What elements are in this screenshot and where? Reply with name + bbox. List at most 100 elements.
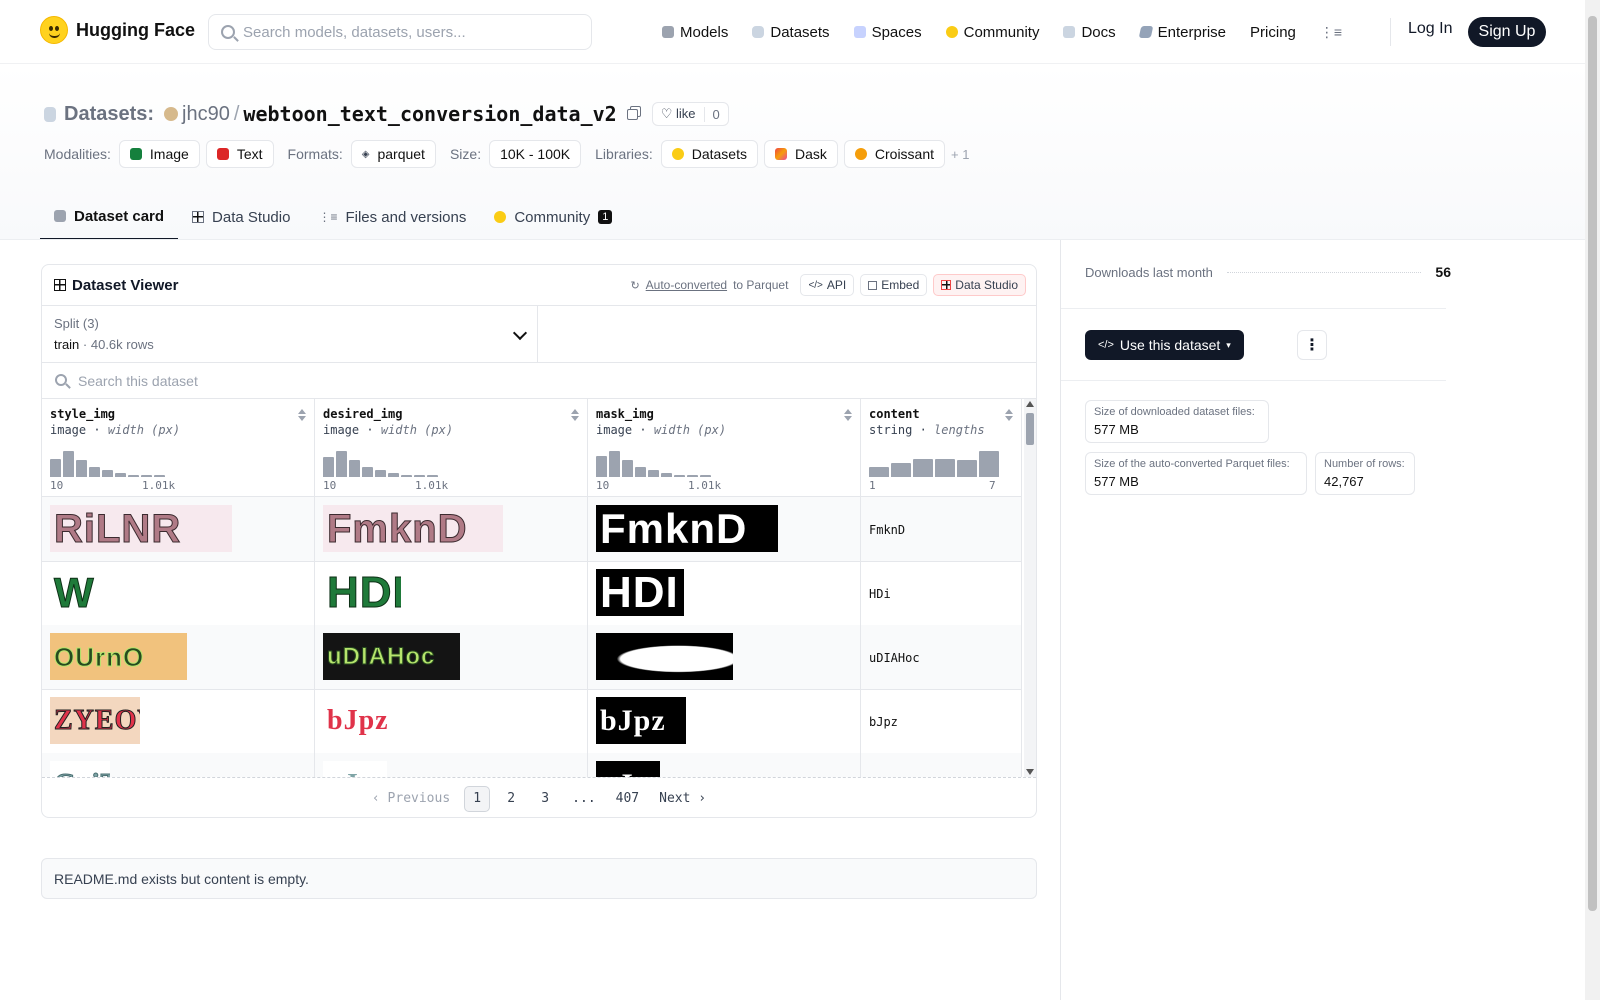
table-row[interactable]: RiLNR FmknD FmknD FmknD: [42, 497, 1022, 562]
tab-data-studio[interactable]: Data Studio: [178, 194, 304, 240]
column-header-3[interactable]: content string · lengths 1 7: [861, 399, 1022, 497]
style-image-preview[interactable]: ZYEOVd: [50, 697, 140, 744]
histogram-bar[interactable]: [957, 460, 977, 477]
nav-docs[interactable]: Docs: [1063, 24, 1116, 41]
page-last-button[interactable]: 407: [610, 786, 645, 812]
next-page-button[interactable]: Next ›: [653, 786, 712, 812]
sort-icon[interactable]: [571, 409, 579, 421]
page-2-button[interactable]: 2: [498, 786, 524, 812]
style-img-cell[interactable]: OUrnO: [42, 625, 315, 690]
nav-datasets[interactable]: Datasets: [752, 24, 830, 41]
mask-img-cell[interactable]: nJ: [588, 753, 861, 777]
desired-image-preview[interactable]: nJ: [323, 761, 387, 777]
nav-enterprise[interactable]: Enterprise: [1138, 24, 1226, 41]
mask-img-cell[interactable]: HDI: [588, 561, 861, 626]
style-image-preview[interactable]: W: [50, 569, 100, 616]
histogram-bar[interactable]: [891, 463, 911, 477]
style-image-preview[interactable]: OUrnO: [50, 633, 187, 680]
repo-name[interactable]: webtoon_text_conversion_data_v2: [243, 102, 616, 126]
tab-dataset-card[interactable]: Dataset card: [40, 194, 179, 240]
nav-community[interactable]: Community: [945, 24, 1039, 41]
nav-spaces[interactable]: Spaces: [853, 24, 922, 41]
sort-icon[interactable]: [1005, 409, 1013, 421]
mask-image-preview[interactable]: bJpz: [596, 697, 686, 744]
content-cell[interactable]: uDIAHoc: [861, 625, 1022, 690]
desired-image-preview[interactable]: HDI: [323, 569, 401, 616]
tag-text[interactable]: Text: [205, 140, 274, 168]
repo-type-label[interactable]: Datasets:: [64, 103, 154, 126]
desired-image-preview[interactable]: uDIAHoc: [323, 633, 460, 680]
histogram-bar[interactable]: [323, 457, 334, 477]
tag-parquet[interactable]: ◈ parquet: [350, 140, 436, 168]
style-img-cell[interactable]: RiLNR: [42, 497, 315, 562]
embed-button[interactable]: Embed: [860, 274, 928, 296]
histogram-bar[interactable]: [687, 475, 698, 477]
scroll-up-icon[interactable]: [1026, 401, 1034, 407]
page-scrollbar[interactable]: [1585, 0, 1600, 1000]
mask-img-cell[interactable]: [588, 625, 861, 690]
histogram-bar[interactable]: [674, 475, 685, 477]
mask-image-preview[interactable]: [596, 633, 733, 680]
mask-img-cell[interactable]: bJpz: [588, 689, 861, 754]
table-scrollbar[interactable]: [1024, 399, 1036, 777]
content-cell[interactable]: [861, 753, 1022, 777]
nav-models[interactable]: Models: [662, 24, 728, 41]
histogram-bar[interactable]: [375, 470, 386, 477]
histogram-bar[interactable]: [89, 467, 100, 477]
tag-croissant[interactable]: Croissant: [843, 140, 946, 168]
style-image-preview[interactable]: GoiT: [50, 761, 110, 777]
table-row[interactable]: OUrnO uDIAHoc uDIAHoc: [42, 625, 1022, 690]
tag-datasets-lib[interactable]: Datasets: [660, 140, 758, 168]
mask-image-preview[interactable]: HDI: [596, 569, 684, 616]
tab-community[interactable]: Community 1: [480, 194, 626, 240]
desired-img-cell[interactable]: bJpz: [315, 689, 588, 754]
data-studio-button[interactable]: Data Studio: [933, 274, 1026, 296]
global-search-input[interactable]: Search models, datasets, users...: [208, 14, 592, 50]
desired-image-preview[interactable]: bJpz: [323, 697, 389, 744]
mask-img-cell[interactable]: FmknD: [588, 497, 861, 562]
histogram-bar[interactable]: [414, 475, 425, 477]
histogram-bar[interactable]: [913, 459, 933, 477]
content-cell[interactable]: HDi: [861, 561, 1022, 626]
desired-img-cell[interactable]: nJ: [315, 753, 588, 777]
style-img-cell[interactable]: ZYEOVd: [42, 689, 315, 754]
scroll-down-icon[interactable]: [1026, 769, 1034, 775]
histogram-bar[interactable]: [427, 475, 438, 477]
like-button[interactable]: ♡ like 0: [651, 102, 729, 126]
histogram-bar[interactable]: [102, 470, 113, 477]
mask-image-preview[interactable]: FmknD: [596, 505, 778, 552]
auto-converted-link[interactable]: Auto-converted: [646, 278, 727, 292]
content-cell[interactable]: bJpz: [861, 689, 1022, 754]
histogram-bar[interactable]: [661, 473, 672, 477]
histogram-bar[interactable]: [63, 451, 74, 477]
histogram-bar[interactable]: [609, 451, 620, 477]
page-scroll-thumb[interactable]: [1588, 16, 1597, 911]
tag-dask[interactable]: Dask: [763, 140, 838, 168]
mask-image-preview[interactable]: nJ: [596, 761, 660, 777]
api-button[interactable]: </> API: [800, 274, 855, 296]
histogram-bar[interactable]: [935, 459, 955, 477]
style-img-cell[interactable]: GoiT: [42, 753, 315, 777]
login-link[interactable]: Log In: [1408, 20, 1452, 38]
dataset-search-input[interactable]: Search this dataset: [42, 363, 1036, 399]
content-cell[interactable]: FmknD: [861, 497, 1022, 562]
column-header-1[interactable]: desired_img image · width (px) 10 1.01k: [315, 399, 588, 497]
histogram-bar[interactable]: [648, 470, 659, 477]
tab-files-versions[interactable]: ⋮≡ Files and versions: [304, 194, 480, 240]
histogram-bar[interactable]: [141, 475, 152, 477]
histogram-bar[interactable]: [128, 475, 139, 477]
prev-page-button[interactable]: ‹ Previous: [366, 786, 456, 812]
nav-pricing[interactable]: Pricing: [1250, 24, 1296, 41]
histogram-bar[interactable]: [596, 456, 607, 477]
histogram-bar[interactable]: [50, 459, 61, 477]
column-header-2[interactable]: mask_img image · width (px) 10 1.01k: [588, 399, 861, 497]
column-header-0[interactable]: style_img image · width (px) 10 1.01k: [42, 399, 315, 497]
signup-button[interactable]: Sign Up: [1468, 17, 1546, 47]
more-options-button[interactable]: ⋮: [1297, 330, 1327, 360]
histogram-bar[interactable]: [979, 451, 999, 477]
histogram-bar[interactable]: [76, 460, 87, 477]
desired-img-cell[interactable]: uDIAHoc: [315, 625, 588, 690]
histogram-bar[interactable]: [362, 467, 373, 477]
style-img-cell[interactable]: W: [42, 561, 315, 626]
table-row[interactable]: GoiT nJ nJ: [42, 753, 1022, 777]
